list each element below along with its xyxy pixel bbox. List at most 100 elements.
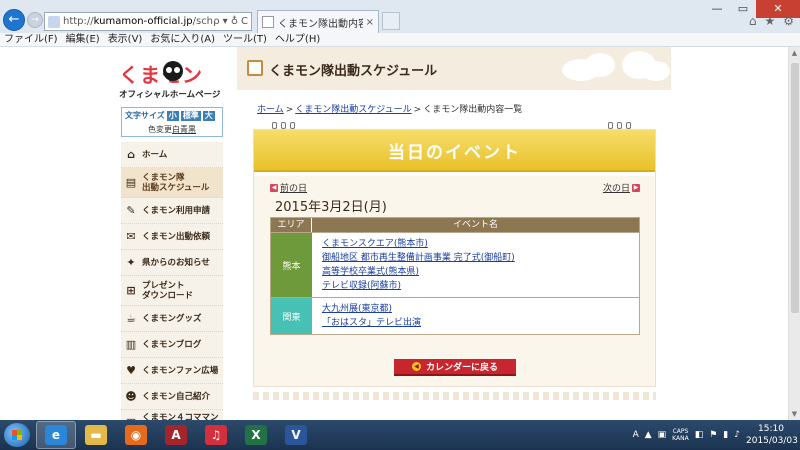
itunes-icon: ♫ [205, 425, 227, 445]
search-icon[interactable]: ρ [213, 16, 219, 27]
event-link[interactable]: くまモンスクエア(熊本市) [322, 237, 629, 251]
taskbar-firefox[interactable]: ◉ [116, 421, 156, 449]
ime-mode-icon[interactable]: A [633, 430, 639, 440]
arrow-left-icon: ◀ [411, 362, 421, 371]
event-link[interactable]: 大九州展(東京都) [322, 302, 629, 316]
taskbar-internet-explorer[interactable]: e [36, 421, 76, 449]
sidebar-item-label: くまモン出動依頼 [142, 231, 211, 242]
breadcrumb-schedule[interactable]: くまモン隊出動スケジュール [295, 105, 411, 115]
sidebar-item-label: 県からのお知らせ [142, 257, 210, 268]
event-link[interactable]: 「おはスタ」テレビ出演 [322, 316, 629, 330]
arrow-right-icon: ▶ [632, 183, 640, 192]
font-size-box: 文字サイズ 小 標準 大 色変更白青黒 [121, 107, 223, 137]
sidebar-item[interactable]: ⊞ プレゼント ダウンロード [121, 276, 223, 306]
events-cell: くまモンスクエア(熊本市) 御船地区 都市再生整備計画事業 完了式(御船町) 高等学… [312, 233, 639, 297]
taskbar-excel[interactable]: X [236, 421, 276, 449]
tray-help-icon[interactable]: ▣ [658, 430, 667, 440]
next-day-label: 次の日 [602, 184, 630, 194]
taskbar-access[interactable]: A [156, 421, 196, 449]
day-navigation: ◀ 前の日 次の日 ▶ [270, 181, 640, 194]
menu-item[interactable]: お気に入り(A) [146, 33, 219, 46]
taskbar-file-explorer[interactable]: ▬ [76, 421, 116, 449]
sidebar-nav: ⌂ ホーム ▤ くまモン隊 出動スケジュール ✎ くまモン利用申請 ✉ くまモン出動依頼 ✦ 県か… [121, 142, 223, 420]
blog-icon: ▥ [125, 337, 137, 351]
scroll-down-icon[interactable]: ▼ [789, 408, 800, 420]
event-link[interactable]: 高等学校卒業式(熊本県) [322, 265, 629, 279]
breadcrumb-home[interactable]: ホーム [257, 105, 284, 115]
tray-tool-icon[interactable]: ▲ [645, 430, 652, 440]
font-size-large-button[interactable]: 大 [202, 110, 215, 121]
table-row: 関東 大九州展(東京都) 「おはスタ」テレビ出演 [271, 297, 639, 334]
event-panel: 当日のイベント ◀ 前の日 次の日 ▶ 2015年3月2日(月) エリア イベン… [253, 129, 656, 387]
back-button[interactable]: ← [3, 9, 25, 31]
clock[interactable]: 15:10 2015/03/03 [746, 423, 798, 447]
sidebar-item[interactable]: ▤ くまモン隊 出動スケジュール [121, 168, 223, 198]
address-bar[interactable]: http://kumamon-official.jp/schedule/sche… [44, 12, 252, 31]
menu-item[interactable]: 表示(V) [104, 33, 147, 46]
prev-day-link[interactable]: ◀ 前の日 [270, 181, 307, 194]
sidebar-item[interactable]: ✦ 県からのお知らせ [121, 250, 223, 276]
home-icon: ⌂ [127, 147, 135, 161]
schedule-header-icon [247, 60, 263, 76]
request-icon: ✉ [126, 229, 136, 243]
menu-item[interactable]: ツール(T) [219, 33, 271, 46]
settings-gear-icon[interactable]: ⚙ [783, 14, 794, 28]
ime-caps-label: CAPS [672, 428, 689, 435]
taskbar-visio[interactable]: V [276, 421, 316, 449]
home-browser-icon[interactable]: ⌂ [749, 14, 757, 28]
forward-button[interactable]: → [27, 12, 43, 28]
favorites-star-icon[interactable]: ★ [764, 14, 775, 28]
color-change-link[interactable]: 白青黒 [172, 125, 196, 134]
tab-title: くまモン隊出動内容一覧 |... [278, 18, 363, 30]
action-center-icon[interactable]: ⚑ [709, 430, 717, 440]
present-icon: ⊞ [126, 283, 136, 297]
sidebar-item[interactable]: ♥ くまモンファン広場 [121, 358, 223, 384]
font-size-standard-button[interactable]: 標準 [180, 110, 201, 121]
dropdown-icon[interactable]: ▾ [223, 16, 228, 27]
internet-explorer-icon: e [45, 425, 67, 445]
visio-icon: V [285, 425, 307, 445]
browser-tab[interactable]: くまモン隊出動内容一覧 |... × [257, 10, 379, 33]
menu-item[interactable]: 編集(E) [62, 33, 104, 46]
sidebar-item[interactable]: ☕ くまモングッズ [121, 306, 223, 332]
minimize-button[interactable]: — [704, 0, 730, 18]
network-icon[interactable]: ▮ [723, 430, 728, 440]
scrollbar-thumb[interactable] [791, 63, 799, 313]
schedule-icon: ▤ [125, 175, 137, 189]
scroll-up-icon[interactable]: ▲ [789, 47, 800, 59]
sidebar-item-label: くまモン４コママンガ [142, 412, 219, 421]
tab-close-icon[interactable]: × [366, 17, 374, 28]
sidebar-item[interactable]: ✉ くまモン出動依頼 [121, 224, 223, 250]
sidebar-item[interactable]: ✎ くまモン利用申請 [121, 198, 223, 224]
new-tab-button[interactable] [382, 12, 400, 30]
taskbar-itunes[interactable]: ♫ [196, 421, 236, 449]
menu-item[interactable]: ファイル(F) [0, 33, 62, 46]
binder-rings-right [608, 122, 631, 129]
compat-view-icon[interactable]: ♁ [231, 16, 238, 27]
font-size-small-button[interactable]: 小 [166, 110, 179, 121]
area-cell: 関東 [271, 298, 312, 334]
tray-expand-icon[interactable]: ◧ [695, 430, 704, 440]
breadcrumb: ホーム > くまモン隊出動スケジュール > くまモン隊出動内容一覧 [257, 102, 522, 115]
start-button[interactable] [4, 423, 30, 447]
volume-icon[interactable]: ♪ [734, 430, 740, 440]
sidebar-item-label: プレゼント ダウンロード [142, 280, 194, 301]
event-link[interactable]: テレビ収録(阿蘇市) [322, 279, 629, 293]
vertical-scrollbar[interactable]: ▲ ▼ [788, 47, 800, 420]
address-url[interactable]: http://kumamon-official.jp/schedule/sche… [63, 16, 213, 27]
sidebar-item[interactable]: ▦くまモン４コママンガ [121, 410, 223, 420]
site-logo[interactable]: くまモン オフィシャルホームページ [117, 59, 225, 104]
next-day-link[interactable]: 次の日 ▶ [603, 181, 640, 194]
event-link[interactable]: 御船地区 都市再生整備計画事業 完了式(御船町) [322, 251, 629, 265]
sidebar-item[interactable]: ⌂ ホーム [121, 142, 223, 168]
page-header: くまモン隊出動スケジュール [237, 47, 671, 90]
events-cell: 大九州展(東京都) 「おはスタ」テレビ出演 [312, 298, 639, 334]
menu-item[interactable]: ヘルプ(H) [271, 33, 324, 46]
file-explorer-icon: ▬ [85, 425, 107, 445]
binder-rings-left [272, 122, 295, 129]
sidebar-item[interactable]: ☻ くまモン自己紹介 [121, 384, 223, 410]
refresh-icon[interactable]: C [241, 16, 248, 27]
ime-caps-kana[interactable]: CAPS KANA [672, 428, 689, 442]
sidebar-item[interactable]: ▥ くまモンブログ [121, 332, 223, 358]
back-to-calendar-button[interactable]: ◀ カレンダーに戻る [394, 359, 516, 376]
